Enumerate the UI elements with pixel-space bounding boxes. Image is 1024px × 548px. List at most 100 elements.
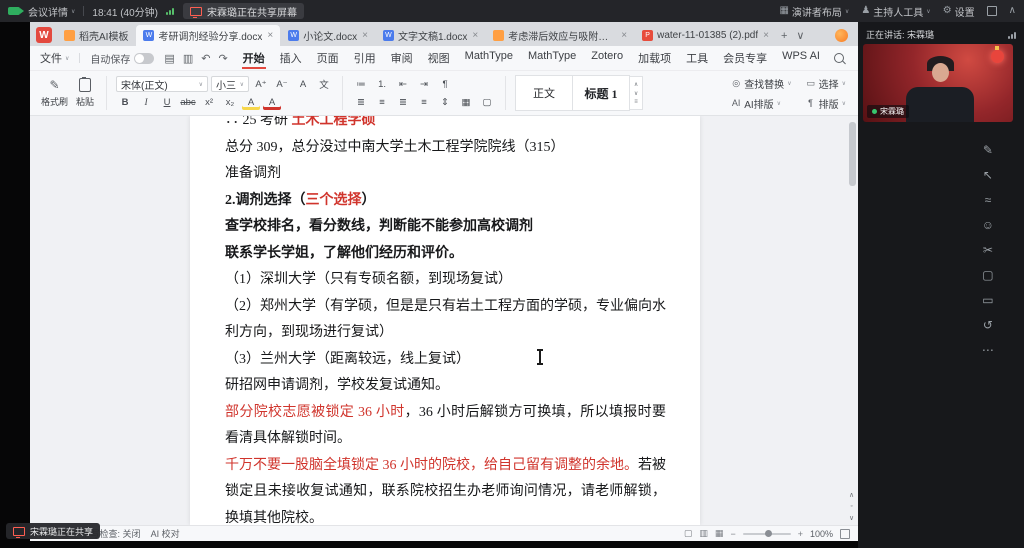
- decrease-font-size-icon[interactable]: A⁻: [273, 77, 291, 92]
- justify-icon[interactable]: ≡: [415, 95, 433, 110]
- tab-list-icon[interactable]: ∨: [792, 29, 808, 42]
- print-icon[interactable]: ▥: [183, 52, 193, 65]
- new-tab-button[interactable]: +: [777, 30, 791, 42]
- fullscreen-icon[interactable]: [986, 6, 997, 16]
- paragraph[interactable]: ∷ 25 考研 土木工程学硕: [225, 116, 666, 135]
- paste-button[interactable]: 粘贴: [73, 76, 97, 110]
- menu-tab-4[interactable]: 审阅: [390, 47, 414, 69]
- bold-icon[interactable]: B: [116, 95, 134, 110]
- menu-tab-5[interactable]: 视图: [427, 47, 451, 69]
- paragraph[interactable]: 总分 309，总分没过中南大学土木工程学院院线（315）: [225, 135, 666, 162]
- eraser-icon[interactable]: ▭: [982, 294, 993, 307]
- menu-tab-0[interactable]: 开始: [242, 47, 266, 69]
- decrease-indent-icon[interactable]: ⇤: [394, 77, 412, 92]
- clear-formatting-icon[interactable]: A: [294, 77, 312, 92]
- tab-0[interactable]: 稻壳AI模板: [57, 25, 135, 46]
- font-size-select[interactable]: 小三 ∨: [211, 76, 250, 92]
- close-tab-icon[interactable]: ×: [267, 30, 273, 41]
- pinyin-guide-icon[interactable]: 文: [315, 77, 333, 92]
- toggle-switch-icon[interactable]: [134, 52, 155, 64]
- paragraph[interactable]: 2.调剂选择（三个选择）: [225, 188, 666, 215]
- paragraph[interactable]: 部分院校志愿被锁定 36 小时，36 小时后解锁方可换填，所以填报时要看清具体解…: [225, 400, 666, 453]
- tab-2[interactable]: W 小论文.docx ×: [281, 25, 375, 46]
- participant-video-tile[interactable]: 宋霖璐: [863, 44, 1013, 122]
- host-tools-button[interactable]: ♟ 主持人工具 ∨: [861, 4, 930, 19]
- align-right-icon[interactable]: ≣: [394, 95, 412, 110]
- pen-icon[interactable]: ✎: [983, 144, 993, 157]
- web-view-icon[interactable]: ▦: [715, 528, 724, 539]
- styles-more-icon[interactable]: ≡: [634, 99, 638, 105]
- find-replace-button[interactable]: ◎ 查找替换 ∨: [731, 76, 791, 91]
- collapse-icon[interactable]: ∧: [1009, 6, 1016, 16]
- italic-icon[interactable]: I: [137, 95, 155, 110]
- document-text[interactable]: ∷ 25 考研 土木工程学硕 总分 309，总分没过中南大学土木工程学院院线（31…: [225, 116, 666, 525]
- undo-icon[interactable]: ↶: [201, 52, 210, 65]
- autosave-toggle[interactable]: 自动保存: [90, 51, 155, 66]
- paragraph[interactable]: （1）深圳大学（只有专硕名额，到现场复试）: [225, 267, 666, 294]
- paragraph[interactable]: 联系学长学姐，了解他们经历和评价。: [225, 241, 666, 268]
- superscript-icon[interactable]: x²: [200, 95, 218, 110]
- menu-tab-9[interactable]: 加载项: [637, 47, 672, 69]
- previous-page-button[interactable]: ∧: [849, 491, 854, 499]
- scrollbar-thumb[interactable]: [849, 122, 856, 186]
- bullet-list-icon[interactable]: ≔: [352, 77, 370, 92]
- ai-layout-button[interactable]: AI AI排版 ∨: [731, 96, 791, 111]
- meeting-details-button[interactable]: 会议详情 ∨: [28, 4, 75, 19]
- close-tab-icon[interactable]: ×: [472, 30, 478, 41]
- increase-indent-icon[interactable]: ⇥: [415, 77, 433, 92]
- screenshot-icon[interactable]: ✂: [983, 244, 993, 257]
- align-left-icon[interactable]: ≣: [352, 95, 370, 110]
- strikethrough-icon[interactable]: abc: [179, 95, 197, 110]
- vertical-scrollbar[interactable]: [848, 118, 857, 491]
- menu-tab-3[interactable]: 引用: [353, 47, 377, 69]
- shading-icon[interactable]: ▦: [457, 95, 475, 110]
- menu-tab-12[interactable]: WPS AI: [781, 47, 821, 69]
- tab-3[interactable]: W 文字文稿1.docx ×: [376, 25, 485, 46]
- paragraph[interactable]: 千万不要一股脑全填锁定 36 小时的院校，给自己留有调整的余地。若被锁定且未接收…: [225, 453, 666, 526]
- more-tools-icon[interactable]: ⋯: [982, 344, 994, 357]
- paragraph[interactable]: （3）兰州大学（距离较远，线上复试）: [225, 347, 666, 374]
- menu-tab-1[interactable]: 插入: [279, 47, 303, 69]
- redo-icon[interactable]: ↷: [218, 52, 227, 65]
- undo-icon[interactable]: ↺: [983, 319, 993, 332]
- paragraph[interactable]: （2）郑州大学（有学硕，但是是只有岩土工程方面的学硕，专业偏向水利方向，到现场进…: [225, 294, 666, 347]
- docer-entry-icon[interactable]: [835, 29, 848, 42]
- layout-button[interactable]: ▦ 演讲者布局 ∨: [779, 4, 849, 19]
- settings-button[interactable]: ⚙ 设置: [943, 4, 975, 19]
- wps-logo[interactable]: W: [36, 27, 52, 43]
- file-menu-button[interactable]: 文件 ∨: [40, 50, 69, 66]
- paragraph-marks-icon[interactable]: ¶: [436, 77, 454, 92]
- read-mode-icon[interactable]: ▢: [684, 528, 693, 539]
- chevron-down-icon[interactable]: ∨: [634, 90, 638, 97]
- menu-tab-11[interactable]: 会员专享: [722, 47, 768, 69]
- page-view-icon[interactable]: ▥: [699, 528, 708, 539]
- font-color-icon[interactable]: A: [263, 95, 281, 110]
- zoom-slider[interactable]: [742, 530, 791, 537]
- borders-icon[interactable]: ▢: [478, 95, 496, 110]
- select-button[interactable]: ▭ 选择 ∨: [806, 76, 846, 91]
- line-spacing-icon[interactable]: ⇕: [436, 95, 454, 110]
- sticker-icon[interactable]: ☺: [982, 219, 994, 232]
- ai-proofread-button[interactable]: AI 校对: [151, 527, 180, 540]
- close-tab-icon[interactable]: ×: [621, 30, 627, 41]
- increase-font-size-icon[interactable]: A⁺: [252, 77, 270, 92]
- next-page-button[interactable]: ∨: [849, 514, 854, 522]
- search-icon[interactable]: [834, 53, 844, 63]
- tab-5[interactable]: Pwater-11-01385 (2).pdf ×: [635, 25, 776, 46]
- menu-tab-7[interactable]: MathType: [527, 47, 577, 69]
- fit-page-icon[interactable]: [840, 528, 850, 539]
- zoom-slider-knob[interactable]: [764, 530, 772, 537]
- save-icon[interactable]: ▤: [164, 52, 174, 65]
- paragraph[interactable]: 准备调剂: [225, 161, 666, 188]
- menu-tab-6[interactable]: MathType: [464, 47, 514, 69]
- zoom-out-icon[interactable]: −: [730, 529, 735, 539]
- style-heading1[interactable]: 标题 1: [573, 75, 631, 111]
- zoom-in-icon[interactable]: +: [798, 529, 803, 539]
- close-tab-icon[interactable]: ×: [362, 30, 368, 41]
- layout-button[interactable]: ¶ 排版 ∨: [806, 96, 846, 111]
- format-painter-button[interactable]: ✎ 格式刷: [38, 76, 71, 110]
- paragraph[interactable]: 研招网申请调剂，学校发复试通知。: [225, 373, 666, 400]
- close-tab-icon[interactable]: ×: [763, 30, 769, 41]
- document-area[interactable]: ∷ 25 考研 土木工程学硕 总分 309，总分没过中南大学土木工程学院院线（31…: [30, 116, 858, 525]
- numbered-list-icon[interactable]: 1.: [373, 77, 391, 92]
